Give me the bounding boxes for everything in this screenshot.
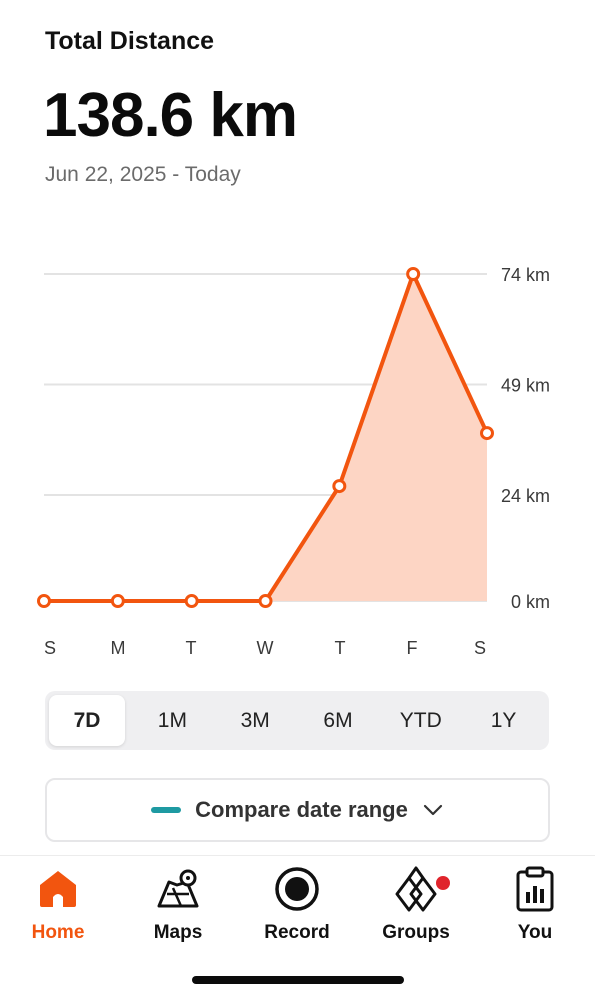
home-icon <box>35 866 81 912</box>
tab-you[interactable]: You <box>485 866 585 944</box>
range-6m[interactable]: 6M <box>297 695 380 746</box>
data-point <box>37 594 51 608</box>
x-tick-label: T <box>186 638 197 658</box>
section-title: Total Distance <box>45 27 215 55</box>
total-distance-value: 138.6 km <box>43 81 298 150</box>
data-point <box>258 594 273 608</box>
data-point <box>332 479 347 494</box>
distance-chart: 0 km 24 km 49 km 74 km S M T W T F S <box>37 265 550 658</box>
record-icon <box>274 866 320 912</box>
groups-icon <box>393 866 439 912</box>
range-7d[interactable]: 7D <box>49 695 125 746</box>
y-tick-label: 24 km <box>501 486 550 506</box>
area-fill <box>44 274 487 601</box>
chevron-down-icon <box>423 804 442 816</box>
range-1m[interactable]: 1M <box>131 695 214 746</box>
x-tick-label: W <box>257 638 274 658</box>
tab-you-label: You <box>517 922 553 943</box>
tab-groups-label: Groups <box>382 922 450 943</box>
tab-maps[interactable]: Maps <box>128 866 228 944</box>
range-ytd[interactable]: YTD <box>379 695 462 746</box>
x-tick-label: F <box>407 638 418 658</box>
data-point <box>184 594 199 608</box>
y-tick-label: 49 km <box>501 375 550 395</box>
data-point <box>110 594 125 608</box>
range-selector: 7D 1M 3M 6M YTD 1Y <box>45 691 549 750</box>
x-tick-label: S <box>474 638 486 658</box>
tab-home-label: Home <box>31 922 85 943</box>
notification-badge <box>436 876 450 890</box>
tab-record[interactable]: Record <box>247 866 347 944</box>
x-tick-label: M <box>111 638 126 658</box>
map-icon <box>155 866 201 912</box>
x-tick-label: S <box>44 638 56 658</box>
date-range-label: Jun 22, 2025 - Today <box>45 163 241 186</box>
data-point <box>406 267 421 281</box>
clipboard-chart-icon <box>512 866 558 912</box>
compare-label: Compare date range <box>195 797 408 822</box>
tab-maps-label: Maps <box>153 922 203 943</box>
compare-date-range-button[interactable]: Compare date range <box>45 778 550 842</box>
compare-legend-swatch <box>151 807 182 813</box>
tab-home[interactable]: Home <box>8 866 108 944</box>
range-3m[interactable]: 3M <box>214 695 297 746</box>
y-tick-label: 0 km <box>511 592 550 612</box>
tab-groups[interactable]: Groups <box>366 866 466 944</box>
tab-record-label: Record <box>264 922 330 943</box>
data-point <box>480 426 494 441</box>
range-1y[interactable]: 1Y <box>462 695 545 746</box>
y-tick-label: 74 km <box>501 265 550 285</box>
x-tick-label: T <box>335 638 346 658</box>
home-indicator <box>192 976 404 984</box>
